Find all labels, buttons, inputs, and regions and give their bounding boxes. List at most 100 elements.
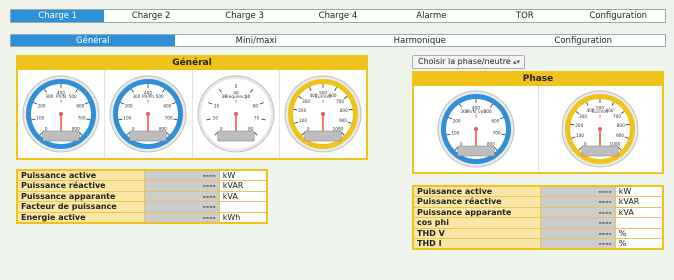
gauge-tick-label: 0 bbox=[45, 126, 48, 131]
gauge-tick-label: 10 bbox=[212, 116, 218, 121]
gauge-tick-label: 100 bbox=[299, 118, 307, 123]
gauge-cell: 0 100 200 300 400 500 600 700 800 Ph/N x bbox=[18, 70, 106, 158]
select-arrows-icon: ▴▾ bbox=[512, 58, 520, 66]
measure-unit: kW bbox=[218, 169, 268, 181]
measure-value: ---- bbox=[539, 238, 616, 250]
measure-row: Puissance active ---- kW bbox=[16, 169, 268, 181]
measure-value: ---- bbox=[143, 190, 220, 202]
sub-tab-bar: Général Mini/maxi Harmonique Configuration bbox=[10, 34, 666, 47]
gauge-cell: 0 100 200 300 400 500 600 700 800 900 1000 Current x bbox=[280, 70, 366, 158]
gauge-tick-label: 200 bbox=[576, 123, 584, 128]
gauge-hub bbox=[473, 127, 478, 131]
gauge-tick-label: 60 bbox=[252, 103, 258, 108]
gauge-cell: 0 10 20 30 40 50 60 70 80 Frequency x bbox=[193, 70, 280, 158]
tab-charge-2[interactable]: Charge 2 bbox=[104, 10, 197, 22]
tab-charge-4[interactable]: Charge 4 bbox=[291, 10, 384, 22]
measure-unit: kVA bbox=[218, 190, 268, 202]
gauge-tick-label: 200 bbox=[125, 103, 133, 108]
gauge-dial: 0100200300400 500 6007008009001000Currentx bbox=[561, 90, 639, 168]
tab-tor[interactable]: TOR bbox=[478, 10, 571, 22]
gauge-tick-label: 500 bbox=[69, 94, 77, 99]
phase-select-value: Choisir la phase/neutre bbox=[418, 57, 511, 66]
gauge-tick-label: 800 bbox=[340, 108, 348, 113]
measure-value: ---- bbox=[143, 211, 220, 223]
measure-label: Puissance apparante bbox=[16, 190, 145, 202]
measure-value: ---- bbox=[539, 185, 616, 197]
measure-row: Energie active ---- kWh bbox=[16, 211, 268, 223]
subtab-harmonique[interactable]: Harmonique bbox=[338, 35, 502, 46]
measure-row: Puissance active ---- kW bbox=[412, 185, 664, 197]
gauge-tick-label: 0 bbox=[584, 141, 587, 146]
tab-alarme[interactable]: Alarme bbox=[385, 10, 478, 22]
gauge-tick-label: 0 bbox=[132, 126, 135, 131]
subtab-mini-maxi[interactable]: Mini/maxi bbox=[175, 35, 339, 46]
gauge-tick-label: 100 bbox=[37, 116, 45, 121]
gauge-tick-label: 70 bbox=[254, 116, 260, 121]
gauge-display bbox=[42, 130, 80, 142]
measure-row: Puissance réactive ---- kVAR bbox=[412, 196, 664, 208]
subtab-configuration[interactable]: Configuration bbox=[502, 35, 666, 46]
gauge-tick-label: 600 bbox=[77, 103, 85, 108]
gauge-tick-label: 80 bbox=[248, 126, 254, 131]
phase-panel-title: Phase bbox=[414, 73, 662, 86]
measure-unit: kVAR bbox=[218, 180, 268, 192]
gauge-tick-label: 0 bbox=[460, 141, 463, 146]
measure-label: Energie active bbox=[16, 211, 145, 223]
gauge-hub bbox=[59, 112, 64, 116]
tab-charge-1[interactable]: Charge 1 bbox=[11, 10, 105, 22]
gauge-hub bbox=[598, 127, 603, 131]
measure-unit: kWh bbox=[218, 211, 268, 223]
measure-value: ---- bbox=[539, 217, 616, 229]
tab-charge-3[interactable]: Charge 3 bbox=[198, 10, 291, 22]
general-panel: Général 0 100 200 300 400 500 600 700 800 Ph/N x 0 1… bbox=[16, 55, 368, 160]
measure-row: Puissance apparante ---- kVA bbox=[412, 206, 664, 218]
general-measures-table: Puissance active ---- kW Puissance réactive… bbox=[16, 169, 268, 224]
gauge-tick-label: 0 bbox=[219, 126, 222, 131]
gauge-tick-label: 1000 bbox=[332, 126, 343, 131]
gauge-tick-label: 800 bbox=[72, 126, 80, 131]
gauge-tick-label: 800 bbox=[617, 123, 625, 128]
measure-label: Puissance réactive bbox=[412, 196, 541, 208]
gauge-tick-label: 1000 bbox=[610, 141, 621, 146]
measure-label: THD I bbox=[412, 238, 541, 250]
general-gauges: 0 100 200 300 400 500 600 700 800 Ph/N x 0 100 200 300… bbox=[18, 70, 366, 158]
gauge-cell: 0 100 200 300 400 500 600 700 800 900 1000 Current x bbox=[539, 86, 663, 172]
measure-row: Puissance apparante ---- kVA bbox=[16, 190, 268, 202]
measure-value: ---- bbox=[539, 206, 616, 218]
phase-select[interactable]: Choisir la phase/neutre ▴▾ bbox=[412, 55, 525, 69]
measure-row: Puissance réactive ---- kVAR bbox=[16, 180, 268, 192]
gauge-cell: 0 100 200 300 400 500 600 700 800 Ph/N_volt x bbox=[414, 86, 539, 172]
gauge-tick-label: 800 bbox=[159, 126, 167, 131]
measure-unit: % bbox=[614, 227, 664, 239]
gauge-tick-label: 700 bbox=[78, 116, 86, 121]
subtab-g-n-ral[interactable]: Général bbox=[11, 35, 175, 46]
measure-unit: kW bbox=[614, 185, 664, 197]
gauge-dial: 01020304050607080Frequencyx bbox=[197, 75, 275, 153]
measure-value: ---- bbox=[143, 201, 220, 213]
gauge-dial: 0100200300400500600700800Ph/Phx bbox=[109, 75, 187, 153]
gauge-display bbox=[457, 145, 495, 157]
gauge-tick-label: 700 bbox=[492, 131, 500, 136]
measure-value: ---- bbox=[539, 196, 616, 208]
gauge-tick-label: 500 bbox=[156, 94, 164, 99]
gauge-tick-label: 200 bbox=[452, 118, 460, 123]
gauge-display bbox=[581, 145, 619, 157]
gauge-cell: 0 100 200 300 400 500 600 700 800 Ph/Ph x bbox=[105, 70, 193, 158]
measure-row: cos phi ---- bbox=[412, 217, 664, 229]
gauge-display bbox=[304, 130, 342, 142]
gauge-display bbox=[217, 130, 255, 142]
measure-label: Facteur de puissance bbox=[16, 201, 145, 213]
gauge-tick-label: 300 bbox=[133, 94, 141, 99]
gauge-tick-label: 700 bbox=[336, 99, 344, 104]
gauge-dial: 0100200300400 500 6007008009001000Currentx bbox=[284, 75, 362, 153]
measure-row: THD V ----% bbox=[412, 227, 664, 239]
tab-configuration[interactable]: Configuration bbox=[572, 10, 665, 22]
gauge-dial: 0100200300400500600700800Ph/N_voltx bbox=[437, 90, 515, 168]
gauge-tick-label: 100 bbox=[451, 131, 459, 136]
phase-panel: Phase 0 100 200 300 400 500 600 700 800 Ph/N_volt… bbox=[412, 71, 664, 174]
measure-unit bbox=[614, 217, 664, 229]
gauge-tick-label: 300 bbox=[302, 99, 310, 104]
gauge-tick-label: 900 bbox=[616, 133, 624, 138]
main-tab-bar: Charge 1 Charge 2 Charge 3 Charge 4 Alarme TO… bbox=[10, 9, 666, 23]
phase-gauges: 0 100 200 300 400 500 600 700 800 Ph/N_volt x 0 100 2… bbox=[414, 86, 662, 172]
